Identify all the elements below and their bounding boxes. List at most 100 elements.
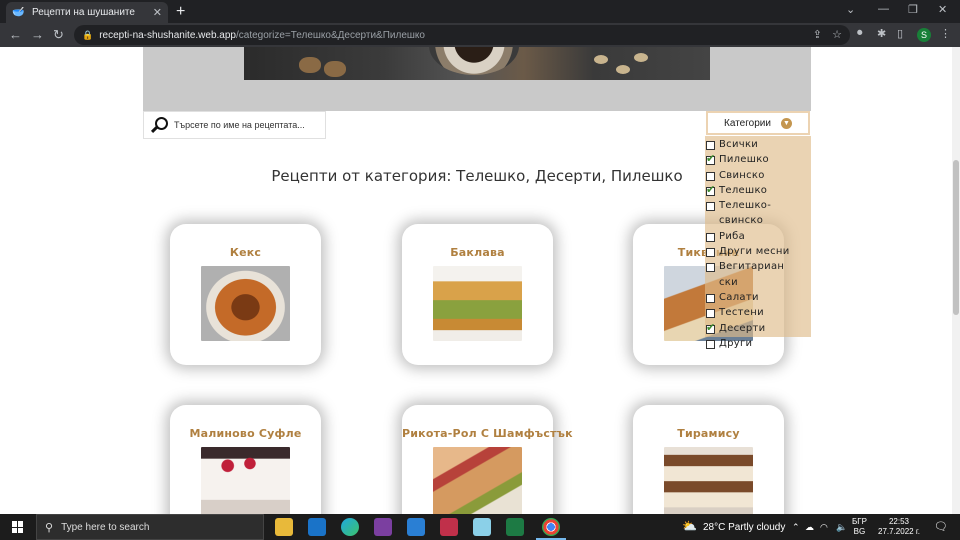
category-option[interactable]: Телешко-свинско bbox=[705, 200, 811, 231]
checkbox-icon[interactable] bbox=[706, 309, 715, 319]
language-bottom: BG bbox=[853, 527, 866, 536]
scrollbar-thumb[interactable] bbox=[953, 160, 959, 315]
page-viewport: Категории ▼ Всички Пилешко Свинско Телешко Т… bbox=[0, 47, 960, 514]
recipe-card[interactable]: Баклава bbox=[402, 224, 553, 365]
category-option-label: Вегитариански bbox=[719, 261, 785, 288]
file-explorer-icon[interactable] bbox=[275, 518, 293, 536]
checkbox-icon[interactable] bbox=[706, 263, 715, 273]
recipe-image[interactable] bbox=[433, 447, 522, 514]
categories-button-label: Категории bbox=[724, 117, 771, 129]
edge-browser-icon[interactable] bbox=[341, 518, 359, 536]
category-option-label: Други месни bbox=[719, 246, 790, 258]
category-option[interactable]: Други bbox=[705, 338, 811, 353]
checkbox-checked-icon[interactable] bbox=[706, 183, 716, 196]
category-option-label: Тестени bbox=[719, 307, 764, 319]
clock-date: 27.7.2022 г. bbox=[878, 527, 920, 536]
recipe-search-box[interactable] bbox=[143, 111, 326, 139]
wifi-icon[interactable]: ◠ bbox=[820, 522, 828, 533]
categories-panel: Всички Пилешко Свинско Телешко Телешко-свинс… bbox=[705, 136, 811, 349]
extensions-puzzle-icon[interactable]: ✱ bbox=[877, 27, 886, 40]
category-option-label: Риба bbox=[719, 230, 746, 242]
checkbox-checked-icon[interactable] bbox=[706, 321, 716, 334]
recipe-title[interactable]: Рикота-Рол С Шамфъстък bbox=[402, 427, 573, 440]
recipe-card[interactable]: Кекс bbox=[170, 224, 321, 365]
browser-tab[interactable]: 🥣 Рецепти на шушаните ✕ bbox=[6, 2, 168, 23]
close-window-button[interactable]: ✕ bbox=[938, 3, 947, 16]
recipe-title[interactable]: Малиново Суфле bbox=[170, 427, 321, 440]
checkbox-checked-icon[interactable] bbox=[706, 152, 716, 166]
checkbox-icon[interactable] bbox=[706, 339, 715, 349]
recipe-title[interactable]: Тирамису bbox=[633, 427, 784, 440]
excel-icon[interactable] bbox=[506, 518, 524, 536]
recipe-image[interactable] bbox=[201, 447, 290, 514]
weather-text[interactable]: 28°C Partly cloudy bbox=[703, 522, 785, 533]
app-icon[interactable] bbox=[473, 518, 491, 536]
address-bar[interactable]: 🔒 recepti-na-shushanite.web.app/categori… bbox=[74, 25, 850, 45]
tab-search-icon[interactable]: ⌄ bbox=[846, 3, 855, 16]
mail-icon[interactable] bbox=[308, 518, 326, 536]
taskbar-search-label: Type here to search bbox=[61, 521, 150, 533]
tray-app-icon[interactable]: ☁ bbox=[805, 522, 814, 533]
weather-icon[interactable]: ⛅ bbox=[682, 519, 697, 533]
recipe-image[interactable] bbox=[201, 266, 290, 341]
share-icon[interactable]: ⇪ bbox=[813, 28, 822, 41]
chrome-icon[interactable] bbox=[542, 518, 560, 536]
profile-avatar[interactable]: S bbox=[917, 28, 931, 42]
category-option[interactable]: Вегитариански bbox=[705, 261, 811, 292]
volume-icon[interactable]: 🔈 bbox=[836, 522, 847, 533]
hero-banner bbox=[143, 47, 811, 111]
tray-chevron-icon[interactable]: ⌃ bbox=[792, 522, 800, 533]
chevron-down-icon: ▼ bbox=[780, 117, 792, 129]
search-icon: ⚲ bbox=[45, 521, 54, 534]
categories-dropdown-button[interactable]: Категории ▼ bbox=[706, 111, 810, 135]
browser-menu-icon[interactable]: ⋮ bbox=[940, 27, 951, 40]
extension-record-icon[interactable]: ⏺ bbox=[857, 27, 863, 40]
jetbrains-icon[interactable] bbox=[440, 518, 458, 536]
windows-start-icon[interactable] bbox=[12, 521, 24, 533]
system-clock[interactable]: 22:53 27.7.2022 г. bbox=[878, 517, 920, 537]
bookmark-star-icon[interactable]: ☆ bbox=[832, 28, 842, 41]
browser-toolbar: ← → ↻ 🔒 recepti-na-shushanite.web.app/ca… bbox=[0, 23, 960, 47]
language-indicator[interactable]: БГР BG bbox=[852, 517, 867, 537]
checkbox-icon[interactable] bbox=[706, 141, 715, 150]
recipe-image[interactable] bbox=[664, 447, 753, 514]
recipe-card[interactable]: Рикота-Рол С Шамфъстък bbox=[402, 405, 573, 514]
category-option-label: Свинско bbox=[719, 169, 765, 181]
category-option-label: Десерти bbox=[719, 322, 766, 334]
category-option-label: Всички bbox=[719, 139, 759, 150]
recipe-search-input[interactable] bbox=[174, 120, 324, 130]
recipe-card[interactable]: Малиново Суфле bbox=[170, 405, 321, 514]
maximize-button[interactable]: ❐ bbox=[908, 3, 918, 16]
recipe-card[interactable]: Тирамису bbox=[633, 405, 784, 514]
side-panel-icon[interactable]: ▯ bbox=[897, 27, 903, 40]
new-tab-button[interactable]: + bbox=[176, 3, 185, 21]
url-host: recepti-na-shushanite.web.app bbox=[99, 29, 236, 41]
category-option-label: Салати bbox=[719, 291, 759, 303]
magnifier-icon bbox=[150, 116, 168, 134]
site-favicon-icon: 🥣 bbox=[12, 6, 25, 18]
recipe-title[interactable]: Баклава bbox=[402, 246, 553, 259]
forward-icon[interactable]: → bbox=[31, 27, 44, 42]
notifications-icon[interactable]: 🗨 bbox=[934, 520, 948, 533]
close-tab-icon[interactable]: ✕ bbox=[153, 6, 162, 19]
recipe-title[interactable]: Кекс bbox=[170, 246, 321, 259]
onenote-icon[interactable] bbox=[374, 518, 392, 536]
clock-time: 22:53 bbox=[888, 517, 909, 526]
taskbar-search-box[interactable]: ⚲ Type here to search bbox=[36, 514, 264, 540]
minimize-button[interactable]: — bbox=[878, 3, 889, 15]
checkbox-icon[interactable] bbox=[706, 171, 715, 181]
tab-title: Рецепти на шушаните bbox=[32, 7, 135, 18]
checkbox-icon[interactable] bbox=[706, 248, 715, 258]
vscode-icon[interactable] bbox=[407, 518, 425, 536]
checkbox-icon[interactable] bbox=[706, 232, 715, 242]
back-icon[interactable]: ← bbox=[9, 27, 22, 42]
url-path: /categorize=Телешко&Десерти&Пилешко bbox=[235, 29, 425, 41]
reload-icon[interactable]: ↻ bbox=[53, 27, 64, 43]
hero-image bbox=[244, 47, 710, 80]
checkbox-icon[interactable] bbox=[706, 293, 715, 303]
category-option-label: Телешко-свинско bbox=[719, 200, 772, 227]
recipe-image[interactable] bbox=[433, 266, 522, 341]
checkbox-icon[interactable] bbox=[706, 202, 715, 212]
lock-icon[interactable]: 🔒 bbox=[82, 30, 93, 41]
category-option-label: Други bbox=[719, 337, 753, 349]
